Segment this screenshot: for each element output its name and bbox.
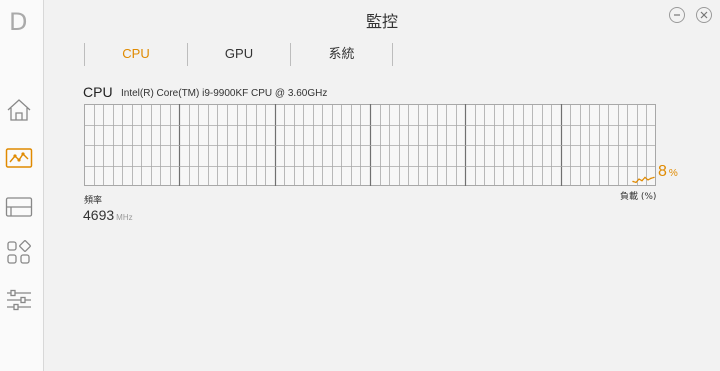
sidebar-item-monitor[interactable] bbox=[4, 144, 34, 172]
sidebar: D bbox=[0, 0, 44, 371]
tab-gpu[interactable]: GPU bbox=[187, 43, 290, 66]
cpu-load-point bbox=[638, 178, 640, 180]
cpu-frequency: 4693 MHz bbox=[83, 207, 133, 223]
cpu-load-point bbox=[644, 176, 646, 179]
apps-grid-icon bbox=[7, 240, 31, 264]
cpu-load-label: 負載 (%) bbox=[620, 192, 657, 202]
cpu-load-value: 8% bbox=[658, 163, 678, 181]
cpu-section-label: CPU bbox=[83, 84, 113, 100]
window-title: 監控 bbox=[365, 12, 398, 31]
minimize-button[interactable] bbox=[669, 7, 685, 23]
cpu-load-unit: % bbox=[668, 168, 678, 179]
sidebar-item-layout[interactable] bbox=[4, 193, 34, 221]
cpu-load-point bbox=[650, 177, 652, 179]
close-button[interactable] bbox=[696, 7, 712, 23]
cpu-load-point bbox=[653, 176, 655, 179]
monitor-graph-icon bbox=[5, 148, 33, 168]
cpu-load-chart bbox=[84, 104, 656, 186]
cpu-load-point bbox=[641, 180, 643, 182]
minimize-icon bbox=[674, 14, 680, 16]
cpu-load-point bbox=[632, 180, 634, 183]
cpu-frequency-label: 頻率 bbox=[84, 196, 103, 206]
layout-icon bbox=[5, 197, 33, 217]
cpu-model-name: Intel(R) Core(TM) i9-9900KF CPU @ 3.60GH… bbox=[121, 88, 328, 99]
home-icon bbox=[7, 99, 31, 121]
cpu-frequency-unit: MHz bbox=[116, 213, 133, 222]
tab-bar: CPU GPU 系統 bbox=[84, 43, 393, 66]
cpu-load-point bbox=[635, 181, 637, 184]
sidebar-item-settings[interactable] bbox=[4, 286, 34, 314]
cpu-load-point bbox=[647, 179, 649, 181]
cpu-frequency-value: 4693 bbox=[83, 207, 115, 223]
sliders-icon bbox=[7, 289, 31, 311]
tab-system[interactable]: 系統 bbox=[290, 43, 393, 66]
sidebar-item-home[interactable] bbox=[4, 96, 34, 124]
cpu-load-chart-svg bbox=[84, 104, 656, 186]
close-icon bbox=[700, 11, 708, 19]
sidebar-item-apps[interactable] bbox=[4, 239, 34, 267]
cpu-load-number: 8 bbox=[658, 163, 667, 180]
tab-cpu[interactable]: CPU bbox=[84, 43, 187, 66]
